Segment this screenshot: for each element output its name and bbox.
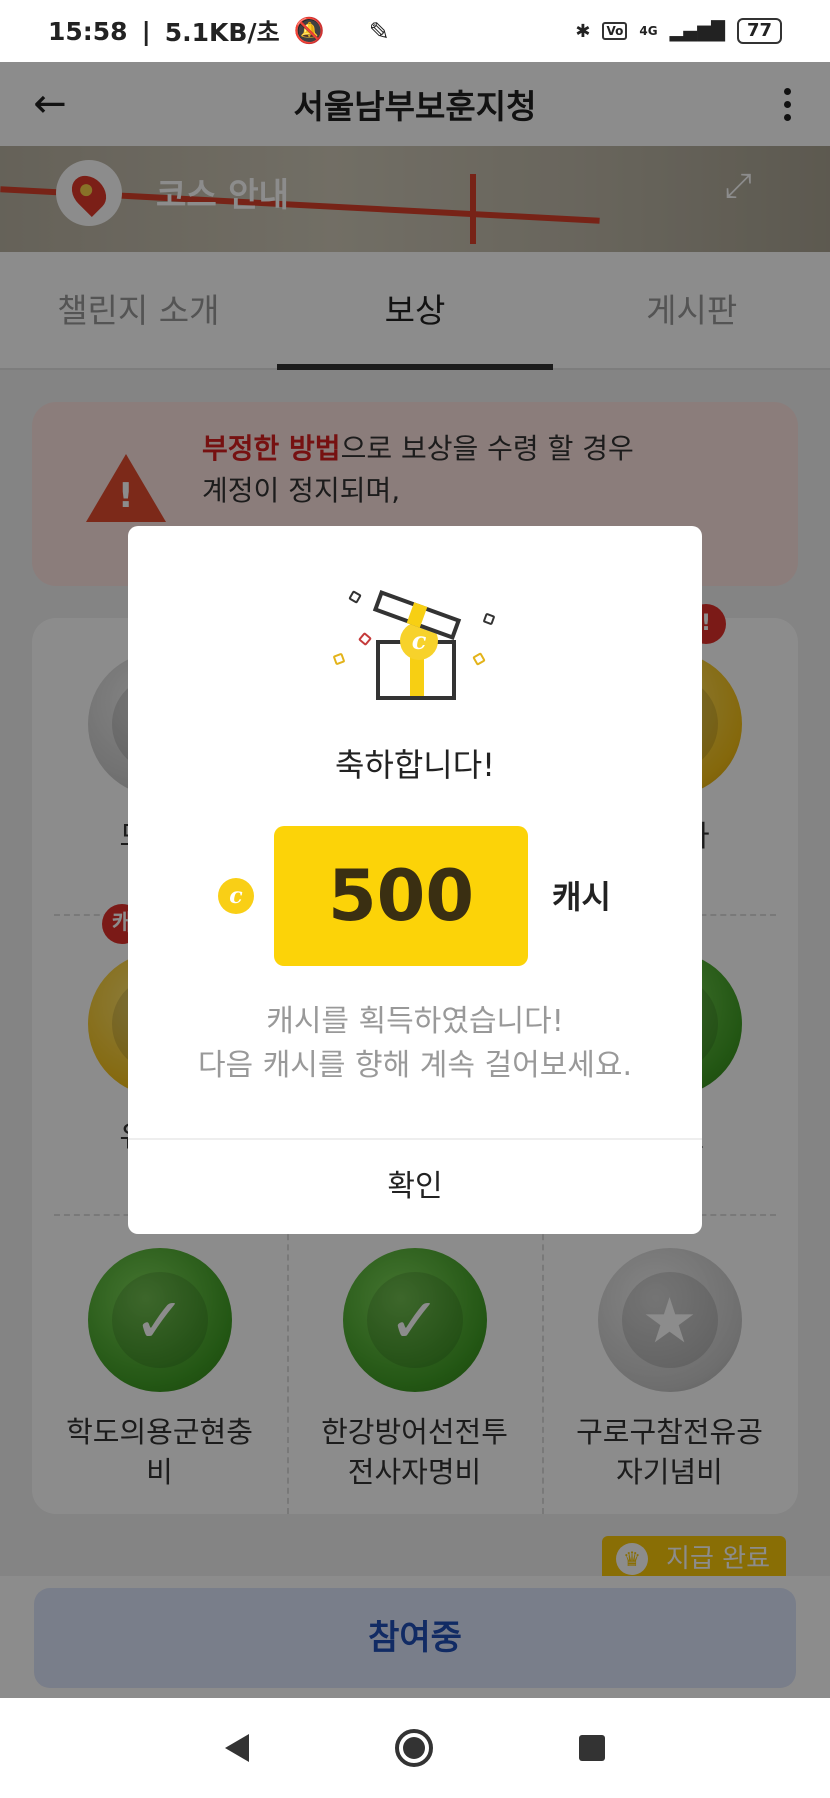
network-type: 4G	[639, 24, 658, 38]
status-time: 15:58	[48, 16, 128, 46]
reward-modal: c 축하합니다! c 500 캐시 캐시를 획득하였습니다! 다음 캐시를 향해…	[128, 526, 702, 1234]
earned-message: 캐시를 획득하였습니다! 다음 캐시를 향해 계속 걸어보세요.	[128, 1000, 702, 1088]
nav-recents-icon[interactable]	[579, 1735, 605, 1761]
app-icon: ✎	[368, 16, 390, 46]
gift-box-icon: c	[332, 574, 504, 724]
cash-amount: 500	[274, 826, 528, 966]
congrats-text: 축하합니다!	[334, 746, 496, 784]
signal-icon: ▂▄▆█	[669, 20, 725, 42]
cash-amount-row: c 500 캐시	[128, 826, 702, 966]
cash-unit: 캐시	[552, 878, 611, 916]
bluetooth-icon: ✱	[575, 20, 591, 42]
system-nav-bar	[0, 1698, 830, 1798]
battery-level: 77	[746, 20, 772, 41]
coin-icon: c	[218, 878, 254, 914]
network-speed: 5.1KB/초	[164, 18, 280, 47]
status-bar: 15:58 | 5.1KB/초 🔕 ✎ ✱ Vo 4G ▂▄▆█ 77	[0, 0, 830, 62]
earned-line1: 캐시를 획득하였습니다!	[266, 1004, 564, 1039]
confirm-button[interactable]: 확인	[128, 1140, 702, 1234]
volte-icon: Vo	[602, 22, 628, 40]
nav-back-icon[interactable]	[225, 1734, 249, 1762]
battery-icon: 77	[736, 18, 782, 44]
earned-line2: 다음 캐시를 향해 계속 걸어보세요.	[197, 1048, 633, 1083]
mute-icon: 🔕	[293, 16, 325, 45]
nav-home-icon[interactable]	[395, 1729, 433, 1767]
